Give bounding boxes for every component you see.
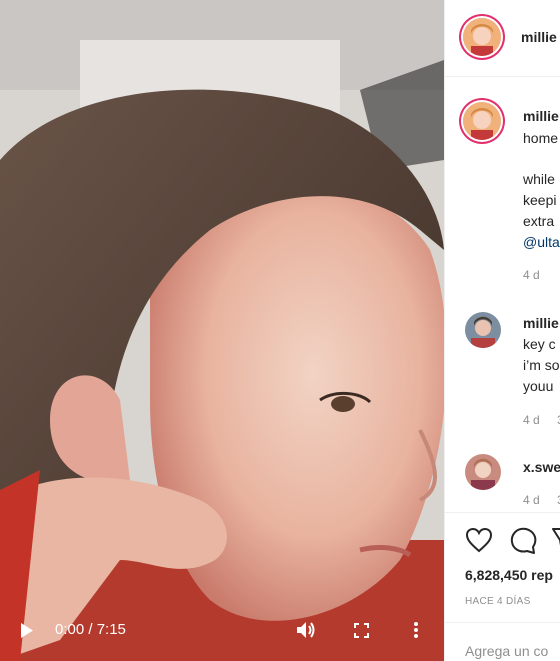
divider — [445, 512, 560, 513]
caption-text-line: home — [523, 130, 559, 146]
caption-text-line: keepi — [523, 192, 557, 208]
post-panel: millie millie home while keepi extra @ul… — [444, 0, 560, 661]
more-options-icon[interactable] — [413, 621, 419, 639]
caption-username[interactable]: millie — [523, 108, 559, 124]
comment-text-line: youu — [523, 378, 554, 394]
video-frame — [0, 0, 444, 661]
comment-avatar[interactable] — [465, 312, 501, 348]
caption-avatar[interactable] — [463, 102, 501, 140]
caption-text-line: while — [523, 171, 555, 187]
header-avatar[interactable] — [463, 18, 501, 56]
comment-text-line: i’m so — [523, 357, 560, 373]
comment-input[interactable]: Agrega un co — [465, 643, 548, 659]
comment-text-line: key c — [523, 336, 556, 352]
comment-avatar[interactable] — [465, 454, 501, 490]
comment-icon[interactable] — [509, 527, 537, 555]
fullscreen-icon[interactable] — [354, 623, 369, 638]
comment-timestamp[interactable]: 4 d — [523, 493, 540, 507]
divider — [445, 622, 560, 623]
comment-username[interactable]: x.swe — [523, 459, 560, 475]
likes-count[interactable]: 6,828,450 rep — [465, 567, 553, 583]
video-player[interactable]: 0:00 / 7:15 — [0, 0, 444, 661]
caption-mention-link[interactable]: @ulta — [523, 234, 560, 250]
post-age[interactable]: HACE 4 DÍAS — [465, 596, 531, 607]
comment-timestamp[interactable]: 4 d — [523, 413, 540, 427]
play-icon[interactable] — [20, 622, 34, 639]
comment-username[interactable]: millie — [523, 315, 559, 331]
header-username[interactable]: millie — [521, 29, 557, 45]
caption-text-line: extra — [523, 213, 555, 229]
divider — [445, 76, 560, 77]
caption-timestamp[interactable]: 4 d — [523, 268, 540, 282]
video-time: 0:00 / 7:15 — [55, 621, 126, 638]
volume-icon[interactable] — [296, 621, 316, 639]
heart-icon[interactable] — [465, 527, 493, 553]
share-icon[interactable] — [551, 527, 560, 553]
